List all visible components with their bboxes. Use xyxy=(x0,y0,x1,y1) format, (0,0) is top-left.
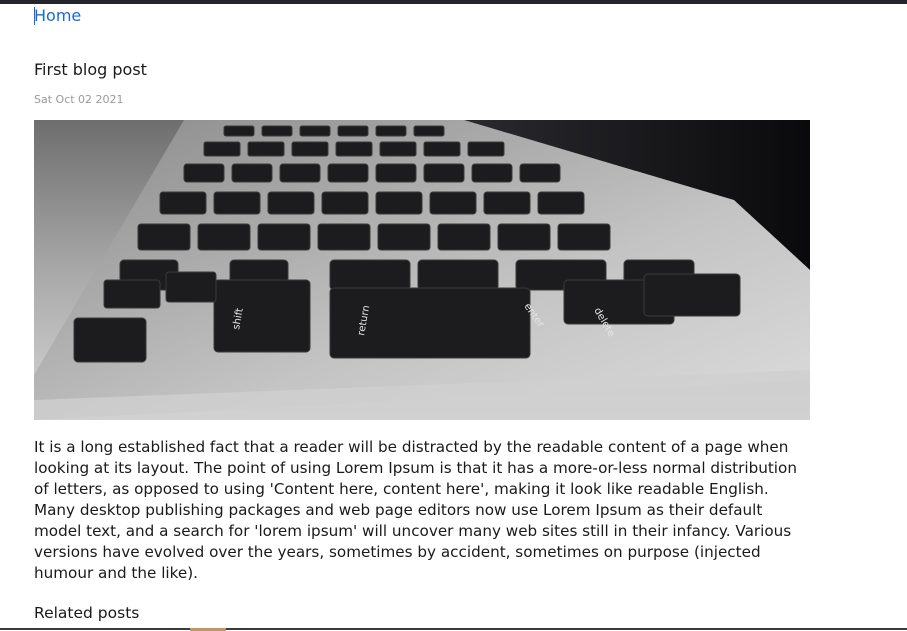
post-body: It is a long established fact that a rea… xyxy=(34,438,797,582)
laptop-keyboard-photo-icon: shift return delete enter xyxy=(34,120,810,420)
related-posts-heading: Related posts xyxy=(34,604,140,622)
text-cursor xyxy=(34,7,35,25)
post-title: First blog post xyxy=(34,60,147,79)
home-link[interactable]: Home xyxy=(34,6,81,26)
post-hero-image: shift return delete enter xyxy=(34,120,810,420)
post-date: Sat Oct 02 2021 xyxy=(34,93,124,106)
top-bar xyxy=(0,0,907,4)
bottom-divider xyxy=(0,628,907,630)
